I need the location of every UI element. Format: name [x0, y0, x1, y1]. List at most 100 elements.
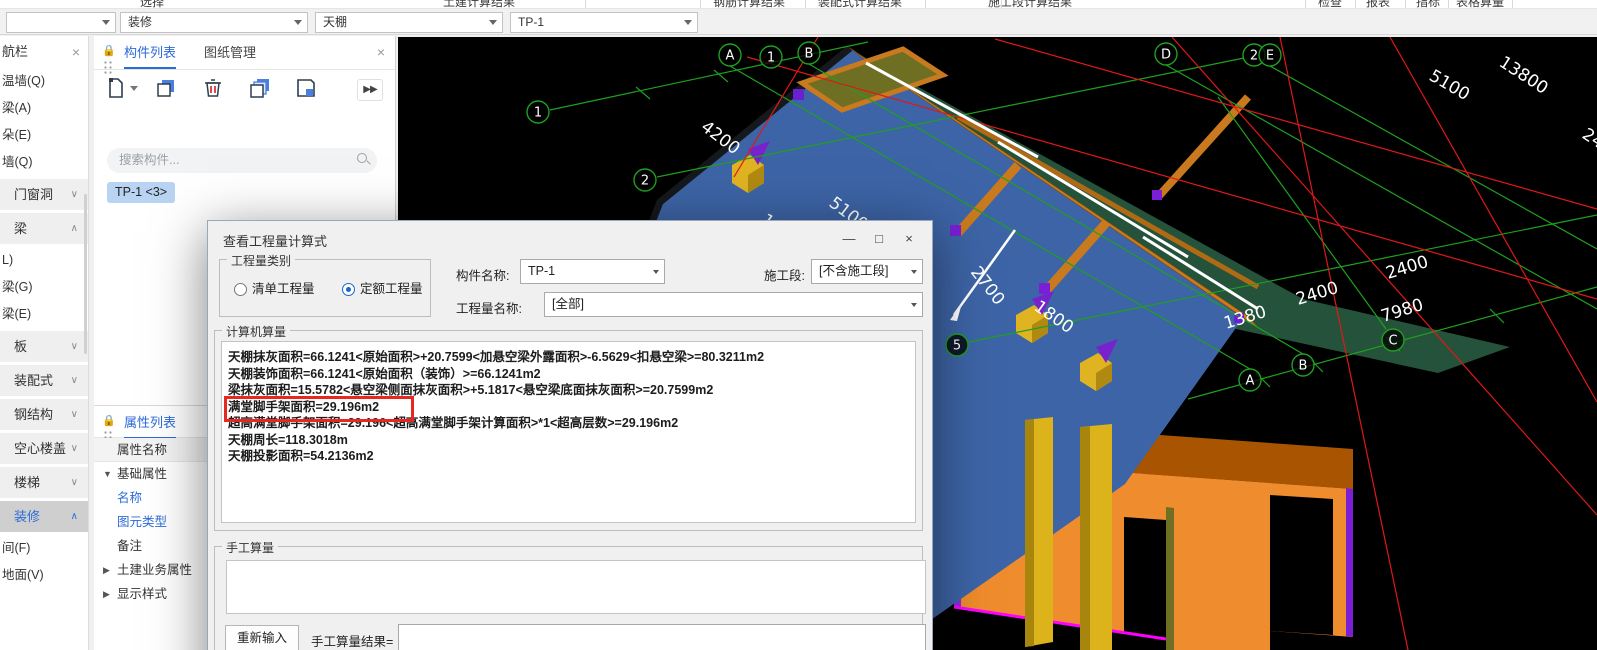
- property-label: 显示样式: [117, 587, 168, 601]
- menu-separator: [700, 0, 701, 8]
- sidebar-item[interactable]: 温墙(Q): [0, 68, 88, 95]
- manual-quantity-textarea[interactable]: [226, 560, 926, 614]
- formula-line: 天棚抹灰面积=66.1241<原始面积>+20.7599<加悬空梁外露面积>-6…: [228, 350, 765, 364]
- sidebar-item[interactable]: L): [0, 247, 88, 274]
- close-icon[interactable]: ×: [72, 36, 80, 68]
- menu-item[interactable]: 钢筋计算结果: [713, 0, 785, 8]
- sidebar-section-装修[interactable]: 装修 ∧: [0, 501, 88, 532]
- menu-item[interactable]: 选择: [140, 0, 164, 8]
- maximize-icon[interactable]: □: [868, 229, 890, 249]
- axis-bubble-5: 5: [945, 333, 969, 357]
- sidebar-item[interactable]: 朵(E): [0, 122, 88, 149]
- search-placeholder: 搜索构件...: [119, 153, 180, 167]
- lock-icon[interactable]: 🔒: [102, 44, 116, 57]
- lock-icon[interactable]: 🔒: [102, 414, 116, 427]
- property-label: 图元类型: [117, 515, 168, 529]
- sidebar-item[interactable]: 梁(G): [0, 274, 88, 301]
- toolbar-combo-0[interactable]: [6, 12, 116, 33]
- quantity-formula-dialog: 查看工程量计算式 — □ × 工程量类别 清单工程量 定额工程量 构件名称: TP…: [207, 220, 933, 650]
- close-icon[interactable]: ×: [898, 229, 920, 249]
- sidebar-item[interactable]: 梁(A): [0, 95, 88, 122]
- svg-text:1: 1: [534, 106, 542, 121]
- property-label: 备注: [117, 539, 143, 553]
- reinput-button[interactable]: 重新输入: [225, 625, 299, 650]
- sidebar-section-label: 梁: [14, 221, 28, 236]
- toolbar-combo-2[interactable]: 天棚: [315, 12, 503, 33]
- sidebar-section-梁[interactable]: 梁 ∧: [0, 213, 88, 244]
- chevron-icon: ∨: [70, 409, 78, 420]
- navigation-title: 航栏: [2, 44, 29, 59]
- sidebar-section-板[interactable]: 板 ∨: [0, 331, 88, 362]
- menu-separator: [1001, 0, 1002, 8]
- sidebar-section-门窗洞[interactable]: 门窗洞 ∨: [0, 179, 88, 210]
- new-component-icon[interactable]: [102, 76, 130, 104]
- triangle-right-icon: ▶: [103, 589, 110, 599]
- sidebar-section-label: 钢结构: [14, 407, 54, 422]
- chevron-down-icon: [489, 20, 497, 25]
- sidebar-item[interactable]: 梁(E): [0, 301, 88, 328]
- duplicate-icon[interactable]: [246, 76, 274, 104]
- navigation-sidebar: 航栏 × 温墙(Q) 梁(A) 朵(E) 墙(Q) 门窗洞 ∨ 梁 ∧ L) 梁(G) 梁(E) 板 ∨…: [0, 36, 89, 650]
- sidebar-section-楼梯[interactable]: 楼梯 ∨: [0, 467, 88, 498]
- sidebar-section-label: 装修: [14, 509, 41, 524]
- axis-bubble-C: C: [1381, 328, 1405, 352]
- triangle-right-icon: ▶: [103, 565, 110, 575]
- menu-item[interactable]: 表格算量: [1456, 0, 1504, 8]
- navigation-title-row: 航栏 ×: [0, 36, 88, 68]
- minimize-icon[interactable]: —: [838, 229, 860, 249]
- menu-item[interactable]: 报表: [1366, 0, 1390, 8]
- sidebar-section-钢结构[interactable]: 钢结构 ∨: [0, 399, 88, 430]
- component-list-panel: 🔒 构件列表 图纸管理 × ▶▶ 搜索构件... TP-1 <3>: [94, 36, 395, 203]
- menu-separator: [805, 0, 806, 8]
- sidebar-item[interactable]: 墙(Q): [0, 149, 88, 176]
- radio-icon: [234, 283, 247, 296]
- manual-result-label: 手工算量结果=: [311, 635, 394, 649]
- menu-item[interactable]: 装配式计算结果: [818, 0, 902, 8]
- radio-selected-icon: [342, 283, 355, 296]
- component-name-select[interactable]: TP-1: [520, 259, 665, 284]
- svg-text:2: 2: [641, 174, 649, 189]
- copy-icon[interactable]: [152, 76, 180, 104]
- panel-close-icon[interactable]: ×: [377, 44, 385, 60]
- component-item-tp1[interactable]: TP-1 <3>: [107, 182, 176, 203]
- formula-line: 满堂脚手架面积=29.196m2: [224, 396, 915, 422]
- property-label: 名称: [117, 491, 143, 505]
- toolbar-combo-3[interactable]: TP-1: [510, 12, 698, 33]
- svg-text:1: 1: [767, 51, 775, 66]
- save-icon[interactable]: [292, 76, 320, 104]
- manual-quantity-group: 手工算量 重新输入 手工算量结果=: [214, 539, 926, 650]
- formula-line: 天棚周长=118.3018m: [228, 432, 348, 447]
- application-window: 选择 土建计算结果 钢筋计算结果 装配式计算结果 施工段计算结果 检查 报表 指标 表格算量 装…: [0, 0, 1597, 650]
- chevron-icon: ∨: [70, 443, 78, 454]
- delete-icon[interactable]: [199, 76, 227, 104]
- tab-property-list[interactable]: 属性列表: [124, 406, 177, 439]
- toolbar-combo-1[interactable]: 装修: [120, 12, 308, 33]
- quantity-name-select[interactable]: [全部]: [544, 292, 923, 317]
- menu-separator: [1305, 0, 1306, 8]
- triangle-down-icon: ▼: [103, 469, 112, 479]
- menu-item[interactable]: 检查: [1318, 0, 1342, 8]
- chevron-down-icon: [294, 20, 302, 25]
- more-tools-icon[interactable]: ▶▶: [357, 79, 383, 101]
- menu-item[interactable]: 指标: [1416, 0, 1440, 8]
- svg-text:B: B: [805, 47, 814, 62]
- scrollbar[interactable]: [84, 194, 87, 354]
- construction-section-select[interactable]: [不含施工段]: [811, 259, 923, 284]
- axis-bubble-E: E: [1258, 43, 1282, 67]
- sidebar-item[interactable]: 间(F): [0, 535, 88, 562]
- radio-定额工程量[interactable]: 定额工程量: [342, 282, 423, 297]
- component-toolbar: ▶▶: [94, 70, 395, 110]
- sidebar-section-空心楼盖[interactable]: 空心楼盖 ∨: [0, 433, 88, 464]
- tab-component-list[interactable]: 构件列表: [124, 36, 177, 69]
- construction-section-label: 施工段:: [764, 269, 805, 283]
- radio-清单工程量[interactable]: 清单工程量: [234, 282, 315, 297]
- sidebar-item[interactable]: 地面(V): [0, 562, 88, 589]
- formula-line: 天棚投影面积=54.2136m2: [228, 449, 374, 463]
- menu-item[interactable]: 土建计算结果: [443, 0, 515, 8]
- menu-separator: [1405, 0, 1406, 8]
- search-input[interactable]: 搜索构件...: [107, 148, 377, 173]
- sidebar-section-装配式[interactable]: 装配式 ∨: [0, 365, 88, 396]
- new-component-caret-icon[interactable]: [128, 76, 140, 104]
- tab-drawing-management[interactable]: 图纸管理: [204, 36, 256, 69]
- manual-result-input[interactable]: [398, 624, 926, 650]
